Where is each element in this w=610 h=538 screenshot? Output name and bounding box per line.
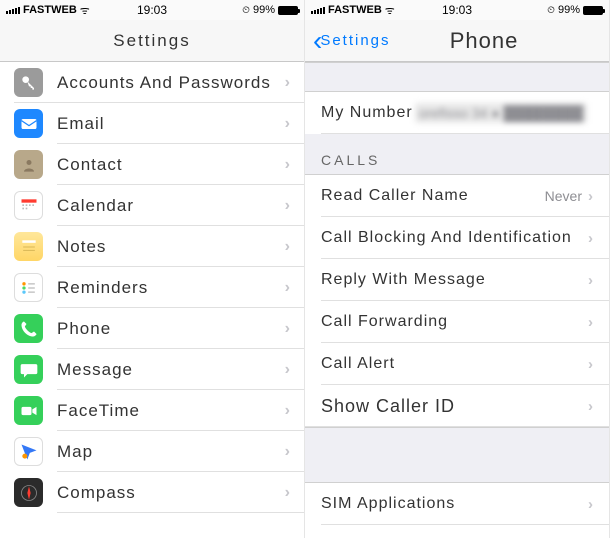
- rotation-lock-icon: ⏲: [242, 5, 250, 16]
- row-label: Read Caller Name: [321, 187, 545, 205]
- row-compass[interactable]: Compass ›: [0, 472, 304, 513]
- battery-percent: 99%: [253, 4, 275, 16]
- row-label: SIM Applications: [321, 495, 588, 513]
- chevron-right-icon: ›: [285, 115, 290, 133]
- carrier-label: FASTWEB: [23, 4, 77, 16]
- phone-settings-screen: FASTWEB ᯤ 19:03 ⏲ 99% ‹ Settings Phone M…: [305, 0, 610, 538]
- row-label: Call Forwarding: [321, 313, 588, 331]
- row-reminders[interactable]: Reminders ›: [0, 267, 304, 308]
- mail-icon: [14, 109, 43, 138]
- status-time: 19:03: [442, 3, 472, 17]
- row-accounts[interactable]: Accounts And Passwords ›: [0, 62, 304, 103]
- row-label: Contact: [57, 155, 285, 175]
- maps-icon: [14, 437, 43, 466]
- reminders-icon: [14, 273, 43, 302]
- row-call-blocking[interactable]: Call Blocking And Identification ›: [305, 217, 609, 259]
- row-label: FaceTime: [57, 401, 285, 421]
- row-reply-with-message[interactable]: Reply With Message ›: [305, 259, 609, 301]
- settings-list[interactable]: Accounts And Passwords › Email › Contact…: [0, 62, 304, 513]
- row-show-caller-id[interactable]: Show Caller ID ›: [305, 385, 609, 427]
- battery-icon: [583, 6, 603, 15]
- row-notes[interactable]: Notes ›: [0, 226, 304, 267]
- row-label: Call Blocking And Identification: [321, 229, 588, 247]
- row-label: Notes: [57, 237, 285, 257]
- row-messages[interactable]: Message ›: [0, 349, 304, 390]
- compass-icon: [14, 478, 43, 507]
- row-label: Compass: [57, 483, 285, 503]
- chevron-right-icon: ›: [588, 314, 593, 331]
- chevron-right-icon: ›: [588, 272, 593, 289]
- chevron-right-icon: ›: [285, 238, 290, 256]
- row-label: Call Alert: [321, 355, 588, 373]
- chevron-right-icon: ›: [588, 356, 593, 373]
- row-label: My Number: [321, 104, 415, 122]
- signal-icon: [6, 7, 20, 14]
- chevron-right-icon: ›: [285, 402, 290, 420]
- settings-screen: FASTWEB ᯤ 19:03 ⏲ 99% Settings Accounts …: [0, 0, 305, 538]
- chevron-right-icon: ›: [285, 156, 290, 174]
- back-label: Settings: [320, 32, 390, 49]
- row-call-alert[interactable]: Call Alert ›: [305, 343, 609, 385]
- facetime-icon: [14, 396, 43, 425]
- chevron-right-icon: ›: [588, 188, 593, 205]
- row-call-forwarding[interactable]: Call Forwarding ›: [305, 301, 609, 343]
- row-read-caller-name[interactable]: Read Caller Name Never ›: [305, 175, 609, 217]
- chevron-right-icon: ›: [285, 197, 290, 215]
- carrier-label: FASTWEB: [328, 4, 382, 16]
- row-maps[interactable]: Map ›: [0, 431, 304, 472]
- section-gap: [305, 427, 609, 483]
- signal-icon: [311, 7, 325, 14]
- chevron-right-icon: ›: [285, 74, 290, 92]
- phone-icon: [14, 314, 43, 343]
- chevron-right-icon: ›: [285, 443, 290, 461]
- row-label: Reply With Message: [321, 271, 588, 289]
- chevron-right-icon: ›: [285, 320, 290, 338]
- row-label: Accounts And Passwords: [57, 73, 285, 93]
- page-title: Settings: [113, 31, 190, 51]
- row-calendar[interactable]: Calendar ›: [0, 185, 304, 226]
- battery-percent: 99%: [558, 4, 580, 16]
- nav-bar: ‹ Settings Phone: [305, 20, 609, 62]
- back-button[interactable]: ‹ Settings: [313, 25, 391, 57]
- row-phone[interactable]: Phone ›: [0, 308, 304, 349]
- row-label: Phone: [57, 319, 285, 339]
- my-number-value: orefisso 34 ● ████████: [415, 103, 587, 123]
- status-bar: FASTWEB ᯤ 19:03 ⏲ 99%: [0, 0, 304, 20]
- row-label: Show Caller ID: [321, 396, 588, 417]
- row-label: Calendar: [57, 196, 285, 216]
- chevron-right-icon: ›: [588, 398, 593, 415]
- row-label: Email: [57, 114, 285, 134]
- row-label: Map: [57, 442, 285, 462]
- nav-bar: Settings: [0, 20, 304, 62]
- status-bar: FASTWEB ᯤ 19:03 ⏲ 99%: [305, 0, 609, 20]
- row-contacts[interactable]: Contact ›: [0, 144, 304, 185]
- chevron-right-icon: ›: [588, 496, 593, 513]
- messages-icon: [14, 355, 43, 384]
- chevron-right-icon: ›: [285, 484, 290, 502]
- key-icon: [14, 68, 43, 97]
- chevron-right-icon: ›: [588, 230, 593, 247]
- row-label: Reminders: [57, 278, 285, 298]
- wifi-icon: ᯤ: [385, 3, 395, 18]
- row-my-number[interactable]: My Number orefisso 34 ● ████████: [305, 92, 609, 134]
- row-sim-applications[interactable]: SIM Applications ›: [305, 483, 609, 525]
- row-value: Never: [545, 188, 582, 204]
- calendar-icon: [14, 191, 43, 220]
- row-facetime[interactable]: FaceTime ›: [0, 390, 304, 431]
- section-gap: [305, 62, 609, 92]
- contacts-icon: [14, 150, 43, 179]
- wifi-icon: ᯤ: [80, 3, 90, 18]
- chevron-right-icon: ›: [285, 361, 290, 379]
- row-label: Message: [57, 360, 285, 380]
- section-header-calls: CALLS: [305, 134, 609, 175]
- status-time: 19:03: [137, 3, 167, 17]
- battery-icon: [278, 6, 298, 15]
- notes-icon: [14, 232, 43, 261]
- rotation-lock-icon: ⏲: [547, 5, 555, 16]
- row-email[interactable]: Email ›: [0, 103, 304, 144]
- page-title: Phone: [450, 28, 519, 54]
- chevron-right-icon: ›: [285, 279, 290, 297]
